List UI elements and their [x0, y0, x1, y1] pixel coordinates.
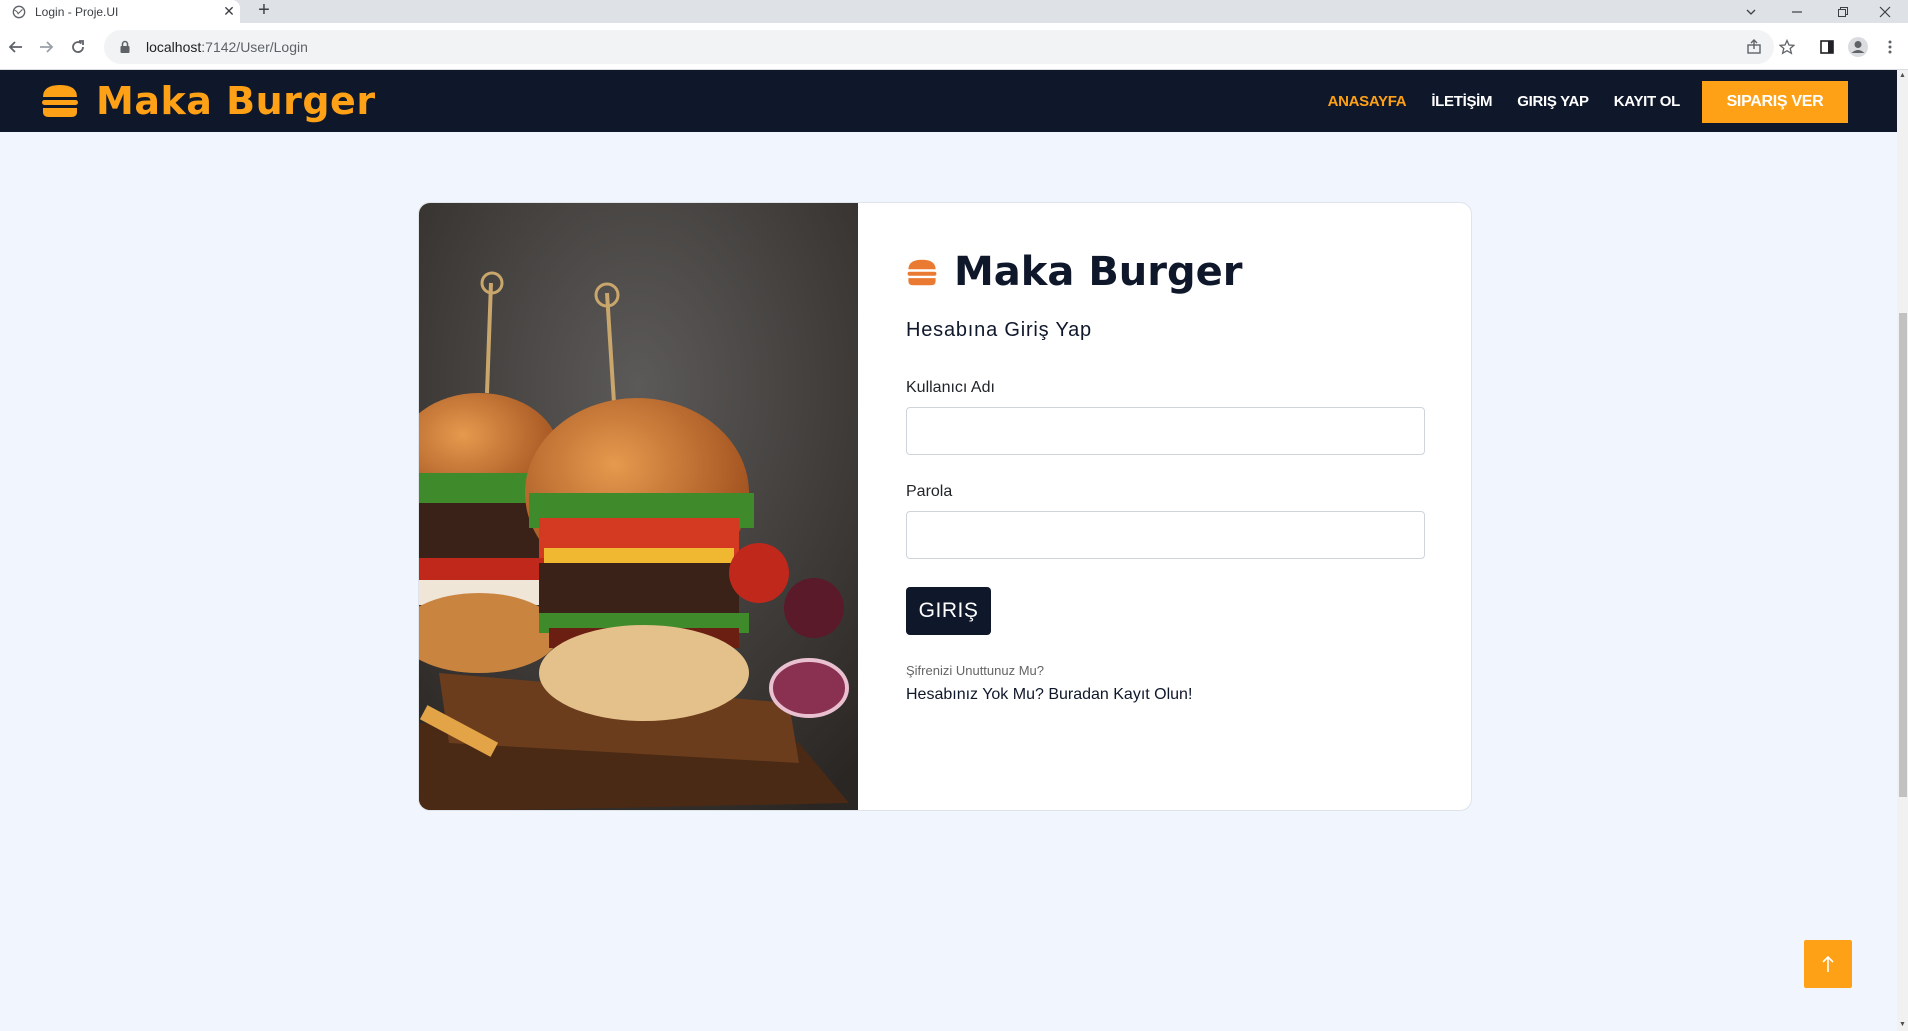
login-button[interactable]: GIRIŞ [906, 587, 991, 635]
address-bar[interactable]: localhost:7142/User/Login [104, 30, 1774, 64]
forward-arrow-icon[interactable] [34, 35, 58, 59]
close-icon[interactable] [1862, 0, 1908, 23]
login-form: Maka Burger Hesabına Giriş Yap Kullanıcı… [858, 203, 1471, 810]
form-brand-name: Maka Burger [954, 249, 1243, 295]
nav-link-iletisim[interactable]: İLETİŞİM [1431, 93, 1492, 110]
password-label: Parola [906, 483, 953, 500]
site-navbar: Maka Burger ANASAYFA İLETİŞİM GIRIŞ YAP … [0, 70, 1897, 132]
username-input[interactable] [906, 407, 1425, 455]
brand-name: Maka Burger [96, 79, 376, 123]
form-subtitle: Hesabına Giriş Yap [906, 319, 1092, 341]
new-tab-button[interactable]: + [252, 0, 276, 23]
minimize-icon[interactable] [1774, 0, 1820, 23]
nav-link-giris-yap[interactable]: GIRIŞ YAP [1517, 93, 1589, 110]
login-card: Maka Burger Hesabına Giriş Yap Kullanıcı… [418, 202, 1472, 811]
nav-link-kayit-ol[interactable]: KAYIT OL [1614, 93, 1681, 110]
share-icon[interactable] [1742, 35, 1766, 59]
burger-icon [907, 259, 937, 285]
chevron-down-icon[interactable] [1728, 0, 1774, 23]
page-scrollbar[interactable]: ▲ ▼ [1897, 70, 1908, 1031]
order-button[interactable]: SIPARIŞ VER [1702, 81, 1848, 123]
burger-photo [419, 203, 858, 810]
browser-tab[interactable]: Login - Proje.UI ✕ [0, 0, 240, 23]
browser-toolbar: localhost:7142/User/Login [0, 23, 1908, 70]
register-link[interactable]: Hesabınız Yok Mu? Buradan Kayıt Olun! [906, 686, 1192, 704]
url-path: :7142/User/Login [201, 39, 308, 55]
star-icon[interactable] [1775, 35, 1799, 59]
sidepanel-icon[interactable] [1815, 35, 1839, 59]
scroll-down-icon[interactable]: ▼ [1897, 1019, 1908, 1031]
nav-link-anasayfa[interactable]: ANASAYFA [1328, 93, 1407, 110]
globe-icon [12, 5, 26, 18]
reload-icon[interactable] [66, 35, 90, 59]
form-brand: Maka Burger [906, 249, 1243, 295]
back-arrow-icon[interactable] [4, 35, 28, 59]
scroll-up-icon[interactable]: ▲ [1897, 70, 1908, 82]
tab-title: Login - Proje.UI [35, 4, 119, 19]
lock-icon [120, 40, 130, 53]
kebab-menu-icon[interactable] [1878, 35, 1902, 59]
nav-links: ANASAYFA İLETİŞİM GIRIŞ YAP KAYIT OL [1303, 70, 1681, 132]
burger-icon [42, 85, 78, 117]
restore-icon[interactable] [1820, 0, 1866, 23]
forgot-password-link[interactable]: Şifrenizi Unuttunuz Mu? [906, 663, 1044, 678]
profile-icon[interactable] [1846, 35, 1870, 59]
url-host: localhost [146, 39, 202, 55]
browser-tabbar: Login - Proje.UI ✕ + [0, 0, 1908, 23]
back-to-top-button[interactable] [1804, 940, 1852, 988]
username-label: Kullanıcı Adı [906, 379, 995, 396]
tab-close-icon[interactable]: ✕ [218, 3, 240, 20]
password-input[interactable] [906, 511, 1425, 559]
navbar-brand[interactable]: Maka Burger [40, 78, 376, 124]
arrow-up-icon [1822, 955, 1834, 972]
scroll-thumb[interactable] [1899, 313, 1907, 797]
